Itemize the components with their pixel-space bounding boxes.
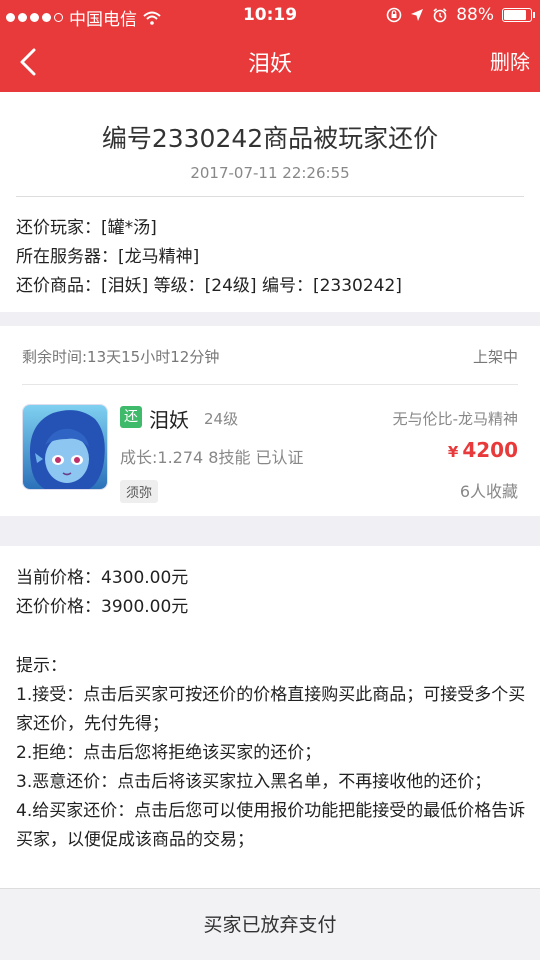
tips-section: 提示： 1.接受：点击后买家可按还价的价格直接购买此商品；可接受多个买家还价，先…	[16, 652, 526, 855]
favorites-count: 6人收藏	[459, 482, 518, 501]
alarm-icon	[433, 8, 447, 23]
divider	[16, 196, 524, 197]
item-price: ¥4200	[448, 438, 518, 462]
status-bar: 中国电信 10:19 88%	[0, 0, 540, 32]
message-time: 2017-07-11 22:26:55	[190, 164, 350, 182]
message-card: 编号2330242商品被玩家还价 2017-07-11 22:26:55 还价玩…	[0, 92, 540, 312]
rotation-lock-icon	[386, 7, 402, 23]
item-server: 无与伦比-龙马精神	[392, 410, 518, 428]
current-price: 当前价格：4300.00元	[16, 568, 189, 588]
pet-avatar	[22, 404, 108, 490]
bidder-line: 还价玩家：[罐*汤]	[16, 218, 157, 238]
server-line: 所在服务器：[龙马精神]	[16, 247, 200, 267]
delete-button[interactable]: 删除	[490, 46, 530, 75]
currency-symbol: ¥	[447, 443, 459, 461]
item-stats: 成长:1.274 8技能 已认证	[120, 448, 304, 467]
battery-icon	[502, 8, 535, 22]
remaining-time: 剩余时间:13天15小时12分钟	[22, 348, 220, 366]
page-title: 泪妖	[247, 52, 292, 77]
location-icon	[411, 9, 424, 21]
tips-heading: 提示：	[16, 656, 67, 676]
tip-malicious: 3.恶意还价：点击后将该买家拉入黑名单，不再接收他的还价；	[16, 772, 492, 792]
message-title: 编号2330242商品被玩家还价	[101, 124, 439, 153]
tip-accept: 1.接受：点击后买家可按还价的价格直接购买此商品；可接受多个买家还价，先付先得；	[16, 685, 526, 734]
price-value: 4200	[462, 438, 518, 462]
tip-reject: 2.拒绝：点击后您将拒绝该买家的还价；	[16, 743, 322, 763]
listing-status: 上架中	[472, 348, 518, 366]
counter-price: 还价价格：3900.00元	[16, 597, 189, 617]
item-level: 24级	[204, 410, 239, 428]
item-line: 还价商品：[泪妖] 等级：[24级] 编号：[2330242]	[16, 276, 402, 296]
tip-counter: 4.给买家还价：点击后您可以使用报价功能把能接受的最低价格告诉买家，以便促成该商…	[16, 801, 526, 850]
school-badge: 须弥	[120, 480, 159, 503]
listing-card[interactable]: 剩余时间:13天15小时12分钟 上架中 还 泪妖 24级 无与伦比-龙马精神 …	[0, 326, 540, 516]
item-name: 泪妖	[149, 408, 189, 432]
divider	[22, 384, 518, 385]
battery-percent: 88%	[456, 5, 494, 25]
nav-bar: 泪妖 删除	[0, 32, 540, 92]
status-right: 88%	[386, 5, 535, 25]
message-details: 还价玩家：[罐*汤] 所在服务器：[龙马精神] 还价商品：[泪妖] 等级：[24…	[16, 214, 402, 301]
buyer-abandoned-status: 买家已放弃支付	[0, 888, 540, 960]
price-info: 当前价格：4300.00元 还价价格：3900.00元	[16, 564, 188, 622]
counter-offer-badge: 还	[120, 406, 142, 428]
